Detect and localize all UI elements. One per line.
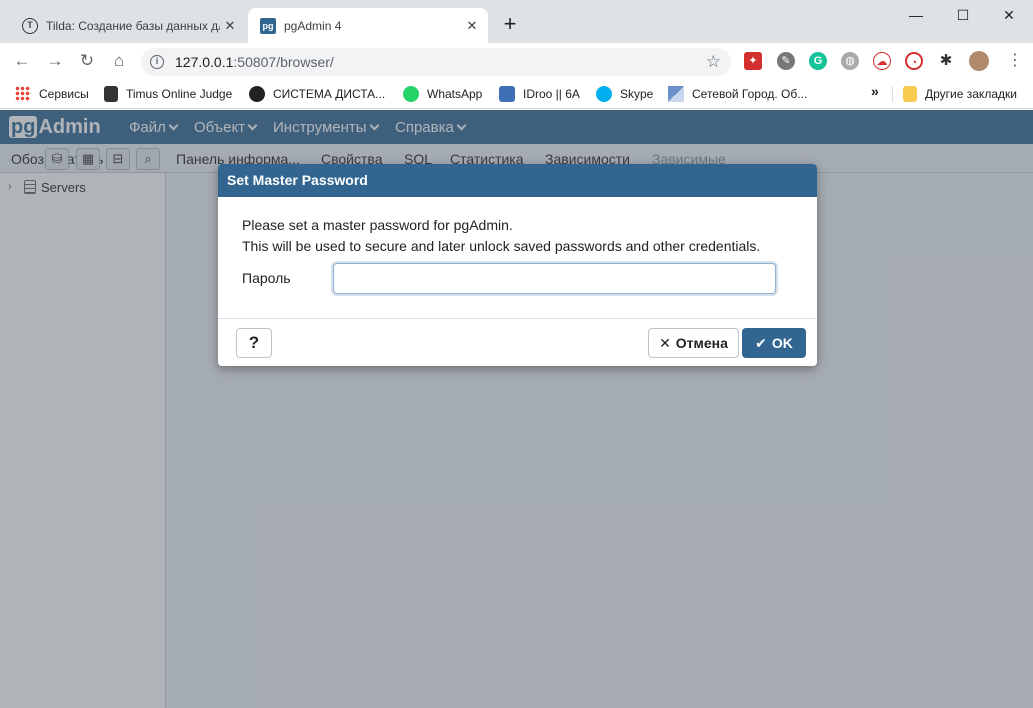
bookmark-idroo[interactable]: IDroo || 6A (499, 85, 580, 103)
maximize-icon[interactable]: ☐ (940, 0, 986, 30)
bookmark-label: WhatsApp (427, 87, 483, 101)
bookmarks-separator (892, 86, 893, 102)
minimize-icon[interactable]: — (893, 0, 939, 30)
new-tab-button[interactable]: + (498, 13, 522, 37)
globe-icon (249, 86, 265, 102)
bookmarks-bar: Сервисы Timus Online Judge СИСТЕМА ДИСТА… (0, 79, 1033, 109)
tab-title: pgAdmin 4 (284, 18, 342, 33)
ok-button[interactable]: ✔ OK (742, 328, 806, 358)
grammarly-icon[interactable]: G (809, 52, 827, 70)
tilda-icon: T (22, 17, 38, 34)
browser-tabstrip: T Tilda: Создание базы данных дл ✕ pg pg… (0, 0, 1033, 43)
close-icon: ✕ (659, 335, 671, 351)
extensions-puzzle-icon[interactable]: ✱ (937, 52, 955, 70)
browser-tab-pgadmin[interactable]: pg pgAdmin 4 ✕ (248, 8, 488, 43)
folder-icon (903, 86, 917, 102)
netcity-icon (668, 86, 684, 102)
more-bookmarks-icon[interactable]: » (871, 83, 879, 99)
browser-tab-tilda[interactable]: T Tilda: Создание базы данных дл ✕ (10, 8, 246, 43)
bookmark-other[interactable]: Другие закладки (903, 85, 1017, 103)
browser-toolbar: ← → ↻ ⌂ i 127.0.0.1:50807/browser/ ☆ ✦ ✎… (0, 43, 1033, 79)
pgadmin-icon: pg (260, 17, 276, 34)
dialog-message-line-1: Please set a master password for pgAdmin… (242, 217, 513, 233)
bookmark-label: Другие закладки (925, 87, 1017, 101)
menu-dots-icon[interactable]: ⋮ (1003, 49, 1027, 73)
bookmark-label: Timus Online Judge (126, 87, 233, 101)
address-bar[interactable]: i 127.0.0.1:50807/browser/ ☆ (141, 48, 731, 76)
close-window-icon[interactable]: ✕ (986, 0, 1032, 30)
dialog-footer: ? ✕ Отмена ✔ OK (218, 318, 817, 366)
dialog-message: Please set a master password for pgAdmin… (242, 215, 760, 257)
bookmark-skype[interactable]: Skype (596, 85, 653, 103)
bookmark-timus[interactable]: Timus Online Judge (104, 85, 232, 103)
idroo-icon (499, 86, 515, 102)
password-input[interactable] (333, 263, 776, 294)
site-info-icon[interactable]: i (150, 55, 164, 69)
back-icon[interactable]: ← (10, 49, 34, 73)
timus-icon (104, 86, 118, 102)
home-icon[interactable]: ⌂ (107, 49, 131, 73)
dialog-title: Set Master Password (218, 164, 817, 197)
ok-label: OK (771, 335, 793, 351)
bookmark-netcity[interactable]: Сетевой Город. Об... (668, 85, 807, 103)
apps-grid-icon (15, 86, 31, 102)
skype-icon (596, 86, 612, 102)
bookmark-sdo[interactable]: СИСТЕМА ДИСТА... (249, 85, 385, 103)
whatsapp-icon (403, 86, 419, 102)
dialog-message-line-2: This will be used to secure and later un… (242, 238, 761, 254)
password-label: Пароль (242, 270, 291, 286)
profile-avatar[interactable] (969, 51, 989, 71)
bookmark-label: Skype (620, 87, 654, 101)
extension-icon[interactable]: ✎ (777, 52, 795, 70)
bookmark-star-icon[interactable]: ☆ (706, 48, 721, 76)
bookmark-label: Сервисы (39, 87, 89, 101)
bookmark-label: Сетевой Город. Об... (692, 87, 808, 101)
url-text: 127.0.0.1:50807/browser/ (175, 54, 334, 70)
master-password-dialog: Set Master Password Please set a master … (218, 164, 817, 366)
globe-extension-icon[interactable]: ◍ (841, 52, 859, 70)
bookmark-label: СИСТЕМА ДИСТА... (273, 87, 386, 101)
check-icon: ✔ (755, 335, 767, 351)
timer-extension-icon[interactable]: ◔ (905, 52, 923, 70)
bookmark-whatsapp[interactable]: WhatsApp (403, 85, 482, 103)
close-tab-icon[interactable]: ✕ (462, 18, 482, 34)
pdf-extension-icon[interactable]: ✦ (744, 52, 762, 70)
bookmark-label: IDroo || 6A (523, 87, 580, 101)
tab-title: Tilda: Создание базы данных дл (46, 18, 220, 33)
bookmark-services[interactable]: Сервисы (15, 85, 89, 103)
cancel-button[interactable]: ✕ Отмена (648, 328, 739, 358)
cancel-label: Отмена (675, 335, 728, 351)
reload-icon[interactable]: ↻ (75, 49, 99, 73)
forward-icon[interactable]: → (43, 49, 67, 73)
close-tab-icon[interactable]: ✕ (220, 18, 240, 34)
help-button[interactable]: ? (236, 328, 272, 358)
cloud-icon[interactable]: ☁ (873, 52, 891, 70)
